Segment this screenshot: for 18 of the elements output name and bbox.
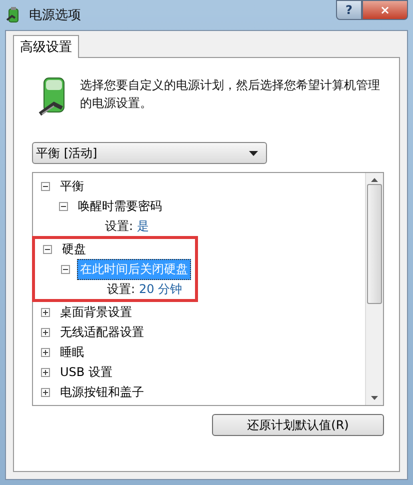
help-button[interactable]: ? [336, 0, 362, 20]
tree-item[interactable]: 无线适配器设置 [57, 322, 147, 342]
window-title: 电源选项 [29, 7, 81, 24]
setting-label: 设置: [105, 218, 134, 234]
tree-item[interactable]: 电源按钮和盖子 [57, 382, 147, 402]
setting-value[interactable]: 20 分钟 [139, 280, 182, 298]
tree-item[interactable]: 唤醒时需要密码 [75, 196, 165, 216]
tree-item[interactable]: 硬盘 [59, 238, 89, 260]
restore-defaults-button[interactable]: 还原计划默认值(R) [212, 414, 384, 436]
tree-item[interactable]: 桌面背景设置 [57, 302, 135, 322]
plan-dropdown[interactable]: 平衡 [活动] [32, 142, 267, 164]
setting-value[interactable]: 是 [137, 218, 150, 234]
tree-item[interactable]: 平衡 [57, 176, 87, 196]
instruction-text: 选择您要自定义的电源计划，然后选择您希望计算机管理的电源设置。 [80, 77, 380, 112]
tab[interactable]: 高级设置 [13, 35, 79, 58]
tree-item[interactable]: USB 设置 [57, 362, 116, 382]
setting-label: 设置: [107, 280, 136, 298]
tree-item[interactable]: 睡眠 [57, 342, 87, 362]
